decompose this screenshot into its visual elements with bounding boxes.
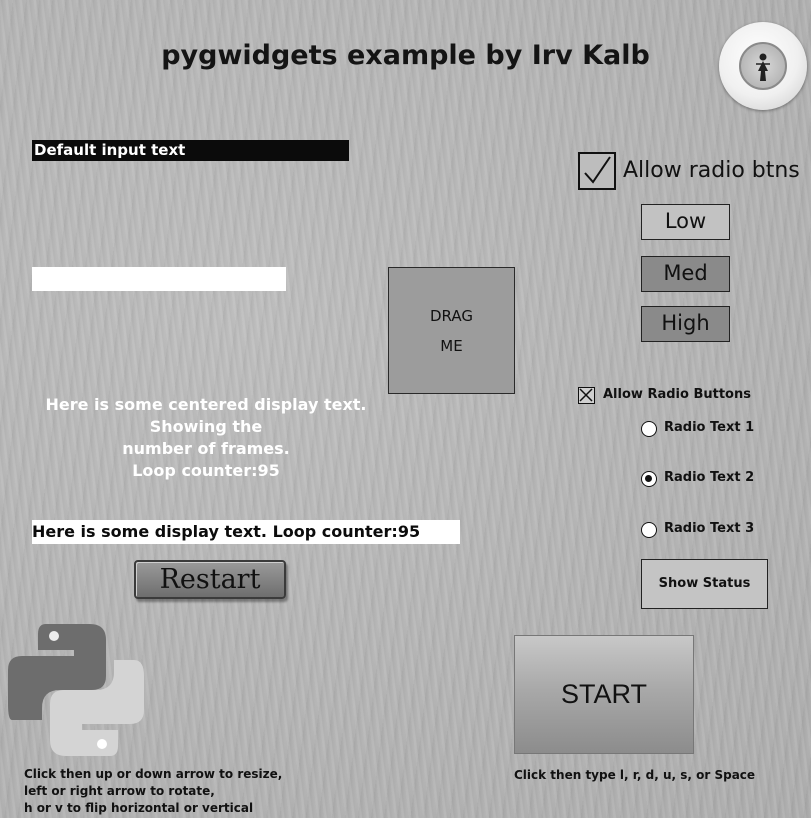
checkmark-icon: [584, 156, 611, 184]
drag-me-box[interactable]: DRAG ME: [388, 267, 515, 394]
display-text-field: Here is some display text. Loop counter:…: [32, 520, 460, 544]
restart-button[interactable]: Restart: [134, 560, 286, 599]
radio-text-3-label[interactable]: Radio Text 3: [664, 521, 754, 536]
default-input-field[interactable]: Default input text: [32, 140, 349, 161]
start-button[interactable]: START: [514, 635, 694, 754]
badge-logo-icon: [719, 22, 807, 110]
window-title: pygwidgets example by Irv Kalb: [161, 40, 650, 71]
empty-input-field[interactable]: [32, 267, 286, 291]
drag-me-label-line2: ME: [440, 336, 463, 355]
key-instructions: Click then type l, r, d, u, s, or Space: [514, 768, 756, 782]
drag-me-label-line1: DRAG: [430, 306, 473, 325]
instruction-line: Click then up or down arrow to resize,: [24, 767, 283, 781]
centered-text-line: Here is some centered display text.: [45, 395, 367, 414]
allow-radio-buttons-checkbox[interactable]: [578, 387, 595, 404]
allow-radio-buttons-label: Allow Radio Buttons: [603, 387, 751, 402]
allow-radio-btns-label: Allow radio btns: [623, 158, 800, 183]
x-mark-icon: [579, 388, 593, 402]
python-logo-icon[interactable]: [8, 620, 148, 760]
centered-text-line: number of frames.: [122, 439, 290, 458]
radio-text-2-dot[interactable]: [641, 471, 657, 487]
radio-button-low[interactable]: Low: [641, 204, 730, 240]
radio-text-3-dot[interactable]: [641, 522, 657, 538]
start-button-label: START: [560, 679, 647, 709]
show-status-button[interactable]: Show Status: [641, 559, 768, 609]
loop-counter-text: Loop counter:95: [132, 461, 280, 480]
allow-radio-btns-checkbox[interactable]: [578, 152, 616, 190]
centered-text-line: Showing the: [149, 417, 263, 436]
rotate-instructions: Click then up or down arrow to resize, l…: [24, 766, 282, 817]
instruction-line: h or v to flip horizontal or vertical: [24, 801, 254, 815]
radio-text-1-dot[interactable]: [641, 421, 657, 437]
radio-text-1-label[interactable]: Radio Text 1: [664, 420, 754, 435]
instruction-line: left or right arrow to rotate,: [24, 784, 215, 798]
radio-button-med[interactable]: Med: [641, 256, 730, 292]
radio-button-high[interactable]: High: [641, 306, 730, 342]
radio-text-2-label[interactable]: Radio Text 2: [664, 470, 754, 485]
centered-display-text: Here is some centered display text. Show…: [22, 394, 390, 482]
